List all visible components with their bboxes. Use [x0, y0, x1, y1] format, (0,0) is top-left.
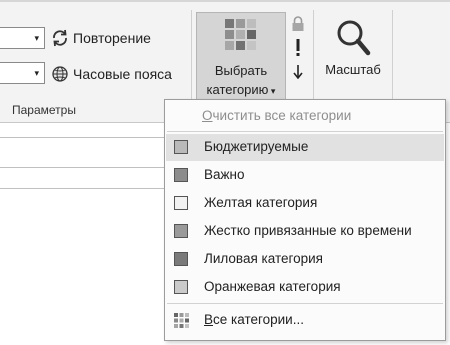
high-importance-button[interactable]: [287, 38, 309, 62]
category-color-swatch: [174, 196, 188, 210]
low-importance-button[interactable]: [287, 62, 309, 86]
private-button[interactable]: [287, 14, 309, 38]
document-divider: [0, 167, 165, 168]
menu-item-label: Оранжевая категория: [204, 279, 341, 294]
magnifier-icon: [335, 18, 371, 63]
menu-item-label: Лиловая категория: [204, 251, 323, 266]
ribbon-top-border: [0, 0, 450, 2]
lock-icon: [291, 15, 305, 37]
document-divider: [0, 188, 165, 189]
clear-all-categories-item[interactable]: Очистить все категории: [166, 103, 444, 130]
categorize-dropdown-menu: Очистить все категории Бюджетируемые Важ…: [164, 99, 446, 341]
menu-item-label: Бюджетируемые: [204, 139, 309, 154]
menu-item-label: Желтая категория: [204, 195, 318, 210]
chevron-down-icon[interactable]: ▾: [34, 68, 39, 79]
recurrence-icon: [50, 28, 70, 48]
category-item[interactable]: Лиловая категория: [166, 246, 444, 273]
reminder-combo[interactable]: ▾: [0, 62, 45, 84]
category-item[interactable]: Оранжевая категория: [166, 274, 444, 301]
category-color-swatch: [174, 280, 188, 294]
chevron-down-icon[interactable]: ▾: [34, 33, 39, 44]
globe-icon: [50, 64, 70, 84]
category-item[interactable]: Желтая категория: [166, 190, 444, 217]
recurrence-button[interactable]: Повторение: [50, 28, 151, 48]
category-color-swatch: [174, 252, 188, 266]
category-item[interactable]: Бюджетируемые: [166, 134, 444, 161]
arrow-down-icon: [293, 64, 303, 84]
categories-grid-icon: [225, 19, 257, 56]
menu-item-label: Важно: [204, 167, 245, 182]
menu-separator: [167, 131, 443, 132]
options-group-label: Параметры: [12, 103, 76, 117]
menu-item-label: Очистить все категории: [202, 108, 352, 123]
time-zones-button[interactable]: Часовые пояса: [50, 64, 172, 84]
menu-separator: [167, 303, 443, 304]
time-zones-label: Часовые пояса: [73, 66, 172, 82]
categorize-label-line2: категорию ▾: [206, 82, 276, 97]
all-categories-item[interactable]: Все категории...: [166, 307, 444, 334]
menu-item-label: Жестко привязанные ко времени: [204, 223, 412, 238]
category-color-swatch: [174, 224, 188, 238]
categories-grid-icon: [174, 313, 189, 331]
category-color-swatch: [174, 168, 188, 182]
categorize-label-line1: Выбрать: [214, 63, 268, 78]
exclamation-icon: [295, 38, 301, 62]
tags-stack: [287, 14, 309, 86]
menu-item-label: Все категории...: [204, 312, 304, 327]
zoom-button[interactable]: Масштаб: [317, 12, 389, 102]
category-item[interactable]: Важно: [166, 162, 444, 189]
duration-combo[interactable]: ▾: [0, 27, 45, 49]
categorize-button[interactable]: Выбрать категорию ▾: [196, 12, 286, 102]
category-color-swatch: [174, 140, 188, 154]
document-divider: [0, 137, 165, 138]
zoom-label: Масштаб: [325, 62, 381, 77]
category-item[interactable]: Жестко привязанные ко времени: [166, 218, 444, 245]
recurrence-label: Повторение: [73, 30, 151, 46]
